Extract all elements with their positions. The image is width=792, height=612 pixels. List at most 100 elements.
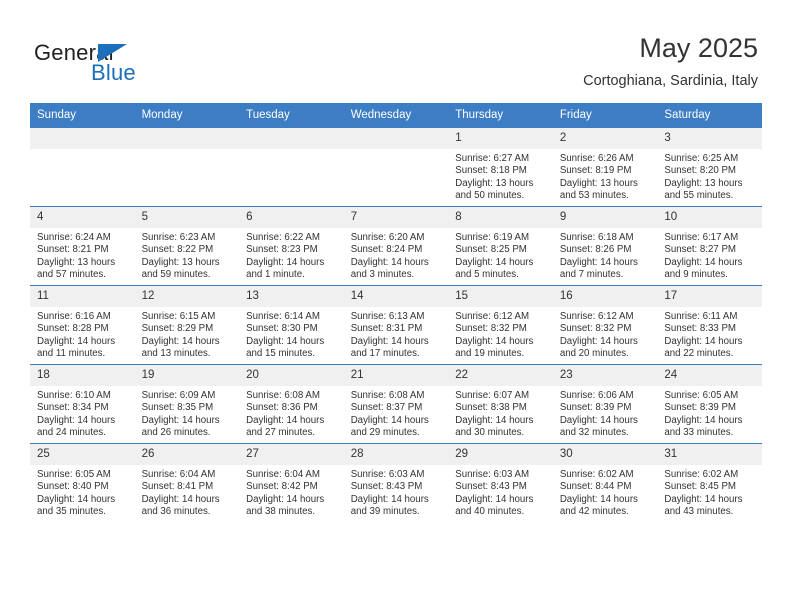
daylight-text-line1: Daylight: 14 hours bbox=[559, 335, 638, 347]
weekday-header-tuesday: Tuesday bbox=[239, 103, 344, 128]
sunrise-text: Sunrise: 6:17 AM bbox=[664, 232, 739, 243]
daylight-text-line2: and 55 minutes. bbox=[664, 190, 734, 202]
sunset-text: Sunset: 8:44 PM bbox=[559, 481, 632, 493]
day-number: 12 bbox=[134, 286, 240, 307]
sunrise-text: Sunrise: 6:25 AM bbox=[664, 153, 739, 164]
calendar-day-cell[interactable]: 8 Sunrise: 6:19 AM Sunset: 8:25 PM Daylight… bbox=[448, 206, 553, 286]
calendar-day-cell[interactable]: 27 Sunrise: 6:04 AM Sunset: 8:42 PM Dayligh… bbox=[239, 443, 344, 522]
calendar-day-cell[interactable]: 15 Sunrise: 6:12 AM Sunset: 8:32 PM Dayligh… bbox=[448, 285, 553, 365]
calendar-day-cell[interactable]: 5 Sunrise: 6:23 AM Sunset: 8:22 PM Daylight… bbox=[134, 206, 240, 286]
sunrise-text: Sunrise: 6:05 AM bbox=[37, 469, 111, 480]
sunset-text: Sunset: 8:45 PM bbox=[664, 481, 736, 493]
calendar-day-cell[interactable]: 4 Sunrise: 6:24 AM Sunset: 8:21 PM Daylight… bbox=[30, 206, 135, 286]
daylight-text-line1: Daylight: 13 hours bbox=[664, 177, 743, 189]
sunset-text: Sunset: 8:32 PM bbox=[455, 323, 527, 335]
calendar-week-row: 11 Sunrise: 6:16 AM Sunset: 8:28 PM Dayligh… bbox=[30, 285, 762, 365]
calendar-day-cell[interactable]: 22 Sunrise: 6:07 AM Sunset: 8:38 PM Dayligh… bbox=[448, 364, 553, 444]
day-detail: Sunrise: 6:02 AM Sunset: 8:44 PM Daylight:… bbox=[553, 465, 658, 519]
calendar-day-cell[interactable]: 2 Sunrise: 6:26 AM Sunset: 8:19 PM Daylight… bbox=[552, 127, 658, 207]
daylight-text-line1: Daylight: 13 hours bbox=[559, 177, 638, 189]
daylight-text-line1: Daylight: 14 hours bbox=[455, 493, 534, 505]
daylight-text-line2: and 30 minutes. bbox=[455, 427, 525, 439]
sunrise-text: Sunrise: 6:04 AM bbox=[141, 469, 216, 480]
day-detail: Sunrise: 6:12 AM Sunset: 8:32 PM Daylight:… bbox=[553, 307, 658, 361]
day-detail: Sunrise: 6:20 AM Sunset: 8:24 PM Daylight:… bbox=[344, 228, 449, 282]
daylight-text-line2: and 50 minutes. bbox=[455, 190, 525, 202]
sunset-text: Sunset: 8:26 PM bbox=[559, 244, 632, 256]
calendar-day-cell[interactable]: 13 Sunrise: 6:14 AM Sunset: 8:30 PM Dayligh… bbox=[239, 285, 344, 365]
page-title: May 2025 bbox=[639, 33, 758, 63]
sunrise-text: Sunrise: 6:05 AM bbox=[664, 390, 739, 401]
calendar-day-cell[interactable]: 26 Sunrise: 6:04 AM Sunset: 8:41 PM Dayligh… bbox=[134, 443, 240, 522]
sunset-text: Sunset: 8:19 PM bbox=[559, 165, 632, 177]
weekday-header-thursday: Thursday bbox=[448, 103, 553, 128]
calendar-day-cell[interactable]: 9 Sunrise: 6:18 AM Sunset: 8:26 PM Daylight… bbox=[552, 206, 658, 286]
daylight-text-line2: and 7 minutes. bbox=[559, 269, 624, 281]
calendar-table: Sunday Monday Tuesday Wednesday Thursday… bbox=[30, 103, 762, 522]
calendar-day-cell[interactable]: 18 Sunrise: 6:10 AM Sunset: 8:34 PM Dayligh… bbox=[30, 364, 135, 444]
day-detail: Sunrise: 6:07 AM Sunset: 8:38 PM Daylight:… bbox=[448, 386, 553, 440]
sunrise-text: Sunrise: 6:23 AM bbox=[141, 232, 216, 243]
daylight-text-line2: and 32 minutes. bbox=[559, 427, 629, 439]
calendar-day-cell[interactable]: 17 Sunrise: 6:11 AM Sunset: 8:33 PM Dayligh… bbox=[657, 285, 762, 365]
day-detail: Sunrise: 6:17 AM Sunset: 8:27 PM Daylight:… bbox=[657, 228, 762, 282]
calendar-day-cell[interactable]: 7 Sunrise: 6:20 AM Sunset: 8:24 PM Daylight… bbox=[343, 206, 449, 286]
calendar-day-cell[interactable]: 29 Sunrise: 6:03 AM Sunset: 8:43 PM Dayligh… bbox=[448, 443, 553, 522]
day-number: 6 bbox=[239, 207, 344, 228]
daylight-text-line1: Daylight: 14 hours bbox=[664, 256, 743, 268]
day-number: 23 bbox=[552, 365, 658, 386]
calendar-day-cell[interactable]: 23 Sunrise: 6:06 AM Sunset: 8:39 PM Dayligh… bbox=[552, 364, 658, 444]
day-number: 3 bbox=[657, 128, 762, 149]
calendar-day-cell[interactable]: 21 Sunrise: 6:08 AM Sunset: 8:37 PM Dayligh… bbox=[343, 364, 449, 444]
daylight-text-line1: Daylight: 14 hours bbox=[37, 414, 116, 426]
sunrise-text: Sunrise: 6:08 AM bbox=[350, 390, 425, 401]
daylight-text-line2: and 24 minutes. bbox=[37, 427, 106, 439]
page-header: General Blue May 2025 Cortoghiana, Sardi… bbox=[0, 0, 792, 103]
daylight-text-line1: Daylight: 14 hours bbox=[455, 335, 534, 347]
daylight-text-line1: Daylight: 14 hours bbox=[664, 335, 743, 347]
daylight-text-line2: and 53 minutes. bbox=[559, 190, 629, 202]
day-number: 25 bbox=[30, 444, 135, 465]
daylight-text-line2: and 29 minutes. bbox=[350, 427, 420, 439]
calendar-day-cell[interactable]: 11 Sunrise: 6:16 AM Sunset: 8:28 PM Dayligh… bbox=[30, 285, 135, 365]
day-number: 9 bbox=[552, 207, 658, 228]
calendar-day-cell[interactable]: 28 Sunrise: 6:03 AM Sunset: 8:43 PM Dayligh… bbox=[343, 443, 449, 522]
daylight-text-line2: and 40 minutes. bbox=[455, 506, 525, 518]
daylight-text-line1: Daylight: 14 hours bbox=[141, 493, 220, 505]
calendar-day-cell[interactable]: 31 Sunrise: 6:02 AM Sunset: 8:45 PM Dayligh… bbox=[657, 443, 762, 522]
weekday-header-friday: Friday bbox=[552, 103, 658, 128]
day-detail: Sunrise: 6:06 AM Sunset: 8:39 PM Daylight:… bbox=[553, 386, 658, 440]
day-number: 14 bbox=[343, 286, 449, 307]
calendar-day-cell[interactable]: 30 Sunrise: 6:02 AM Sunset: 8:44 PM Dayligh… bbox=[552, 443, 658, 522]
calendar-day-cell[interactable]: 20 Sunrise: 6:08 AM Sunset: 8:36 PM Dayligh… bbox=[239, 364, 344, 444]
calendar-day-cell[interactable]: 14 Sunrise: 6:13 AM Sunset: 8:31 PM Dayligh… bbox=[343, 285, 449, 365]
day-detail: Sunrise: 6:04 AM Sunset: 8:41 PM Daylight:… bbox=[135, 465, 240, 519]
sunrise-text: Sunrise: 6:03 AM bbox=[455, 469, 530, 480]
daylight-text-line1: Daylight: 14 hours bbox=[350, 493, 429, 505]
daylight-text-line1: Daylight: 14 hours bbox=[455, 256, 534, 268]
generalblue-logo[interactable]: General Blue bbox=[34, 40, 214, 88]
day-number: 26 bbox=[134, 444, 240, 465]
day-number: 20 bbox=[239, 365, 344, 386]
calendar-day-cell[interactable]: 24 Sunrise: 6:05 AM Sunset: 8:39 PM Dayligh… bbox=[657, 364, 762, 444]
day-number: 8 bbox=[448, 207, 553, 228]
sunset-text: Sunset: 8:41 PM bbox=[141, 481, 214, 493]
calendar-day-cell[interactable]: 6 Sunrise: 6:22 AM Sunset: 8:23 PM Daylight… bbox=[239, 206, 344, 286]
day-number: 4 bbox=[30, 207, 135, 228]
calendar-day-cell[interactable]: 3 Sunrise: 6:25 AM Sunset: 8:20 PM Daylight… bbox=[657, 127, 762, 207]
calendar-day-cell[interactable]: 1 Sunrise: 6:27 AM Sunset: 8:18 PM Daylight… bbox=[448, 127, 553, 207]
daylight-text-line1: Daylight: 14 hours bbox=[664, 493, 743, 505]
sunrise-text: Sunrise: 6:26 AM bbox=[559, 153, 634, 164]
daylight-text-line2: and 42 minutes. bbox=[559, 506, 629, 518]
daylight-text-line1: Daylight: 14 hours bbox=[246, 335, 325, 347]
calendar-day-cell[interactable]: 10 Sunrise: 6:17 AM Sunset: 8:27 PM Dayligh… bbox=[657, 206, 762, 286]
calendar-day-cell[interactable]: 19 Sunrise: 6:09 AM Sunset: 8:35 PM Dayligh… bbox=[134, 364, 240, 444]
calendar-week-row: 25 Sunrise: 6:05 AM Sunset: 8:40 PM Dayligh… bbox=[30, 443, 762, 522]
day-number: 31 bbox=[657, 444, 762, 465]
calendar-day-cell[interactable]: 12 Sunrise: 6:15 AM Sunset: 8:29 PM Dayligh… bbox=[134, 285, 240, 365]
calendar-day-cell[interactable]: 25 Sunrise: 6:05 AM Sunset: 8:40 PM Dayligh… bbox=[30, 443, 135, 522]
day-number: 1 bbox=[448, 128, 553, 149]
daylight-text-line2: and 26 minutes. bbox=[141, 427, 211, 439]
calendar-day-cell[interactable]: 16 Sunrise: 6:12 AM Sunset: 8:32 PM Dayligh… bbox=[552, 285, 658, 365]
daylight-text-line1: Daylight: 14 hours bbox=[455, 414, 534, 426]
